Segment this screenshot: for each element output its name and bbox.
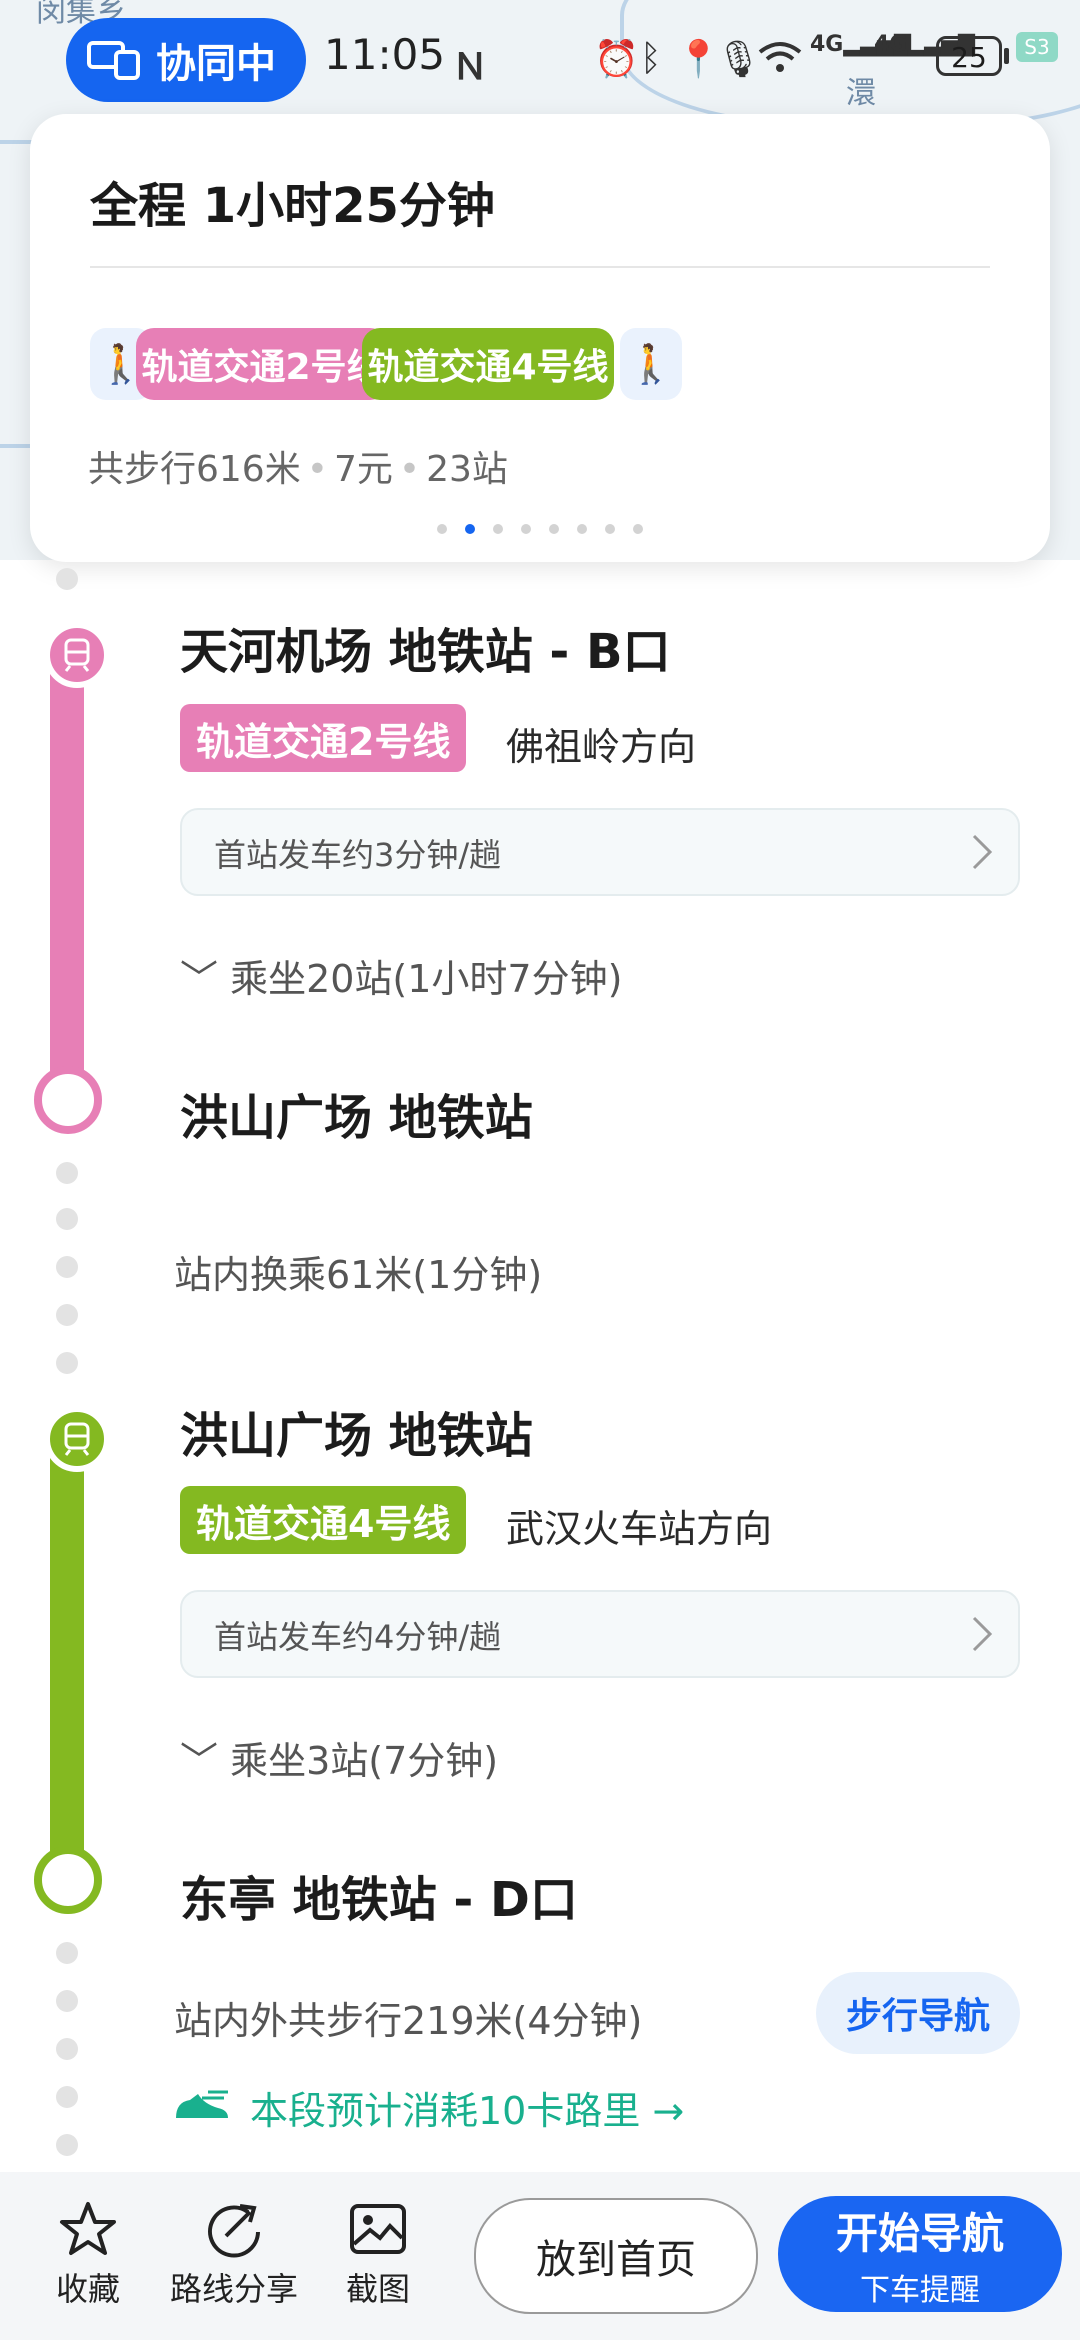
bluetooth-icon: ᛒ [640,38,662,79]
favorite-button[interactable]: 收藏 [56,2200,120,2310]
station-title: 洪山广场 地铁站 [180,1408,533,1464]
line-chip-2: 轨道交通2号线 [136,328,388,400]
walk-dot [56,2086,78,2108]
screenshot-label: 截图 [346,2270,411,2308]
line4-track [50,1438,84,1878]
calorie-text: 本段预计消耗10卡路里 → [250,2089,685,2133]
walk-dot [56,568,78,590]
star-icon [60,2202,116,2255]
pager-dot [633,524,643,534]
clock: 11:05 [324,30,446,79]
walk-dot [56,2134,78,2156]
share-label: 路线分享 [170,2270,299,2308]
nfc-icon: Ｎ [452,47,489,88]
wifi-icon [758,42,802,72]
station-end-node [34,1846,102,1914]
sim-badge: S3 [1016,32,1058,62]
battery-tip [1004,48,1009,64]
transfer-dot [56,1304,78,1326]
walk-distance: 共步行616米 [88,449,301,490]
microphone-icon: 🎙 [716,39,762,80]
total-duration: 全程 1小时25分钟 [90,178,495,234]
frequency-text: 首站发车约3分钟/趟 [214,836,502,874]
pager-dot [605,524,615,534]
ride-expand-toggle[interactable]: ﹀ 乘坐3站(7分钟) [180,1730,498,1785]
status-bar: 协同中 11:05 Ｎ ⏰ ᛒ 📍 🎙 4G▂▃▅▇ 4G▂▃▅▇ 25 S3 [0,0,1080,120]
walk-chip-end: 🚶 [620,328,682,400]
pager-dot [437,524,447,534]
chevron-right-icon [972,834,993,870]
pin-to-home-button[interactable]: 放到首页 [474,2198,758,2314]
image-icon [350,2204,406,2254]
transfer-dot [56,1256,78,1278]
metro-station-icon [44,622,110,688]
share-icon [208,2204,260,2258]
final-walk-info: 站内外共步行219米(4分钟) [174,1999,643,2043]
bottom-toolbar: 收藏 路线分享 截图 放到首页 开始导航 下车提醒 [0,2172,1080,2340]
location-icon: 📍 [676,39,721,80]
transfer-dot [56,1352,78,1374]
station-title: 东亭 地铁站 - D口 [180,1872,578,1928]
alarm-icon: ⏰ [594,39,639,80]
pager-dot [577,524,587,534]
walk-dot [56,2038,78,2060]
share-route-button[interactable]: 路线分享 [170,2200,298,2310]
fare: 7元 [333,449,393,490]
start-navigation-button[interactable]: 开始导航 下车提醒 [778,2196,1062,2312]
network-type-1: 4G [810,32,844,57]
chevron-right-icon [972,1616,993,1652]
station-end-node [34,1066,102,1134]
network-type-2: 4G [874,32,908,57]
line-badge-2: 轨道交通2号线 [180,704,467,772]
line-direction: 武汉火车站方向 [506,1507,773,1551]
ride-expand-toggle[interactable]: ﹀ 乘坐20站(1小时7分钟) [180,948,622,1003]
transfer-dot [56,1208,78,1230]
alight-reminder-label: 下车提醒 [860,2272,980,2308]
frequency-info-row[interactable]: 首站发车约3分钟/趟 [180,808,1020,896]
walk-dot [56,1990,78,2012]
route-pager[interactable] [30,524,1050,534]
station-title: 天河机场 地铁站 - B口 [180,624,671,680]
route-summary-card[interactable]: 全程 1小时25分钟 🚶 轨道交通2号线 轨道交通4号线 🚶 共步行616米 • 7… [30,114,1050,562]
station-title: 洪山广场 地铁站 [180,1090,533,1146]
pager-dot-active [465,524,475,534]
metro-station-icon [44,1406,110,1472]
stop-count: 23站 [426,449,508,490]
frequency-text: 首站发车约4分钟/趟 [214,1618,502,1656]
pager-dot [521,524,531,534]
frequency-info-row[interactable]: 首站发车约4分钟/趟 [180,1590,1020,1678]
calorie-link[interactable]: 本段预计消耗10卡路里 → [172,2080,684,2135]
pager-dot [549,524,559,534]
collab-label: 协同中 [156,41,276,87]
walk-navigation-button[interactable]: 步行导航 [816,1972,1020,2054]
transfer-info: 站内换乘61米(1分钟) [174,1253,543,1297]
collab-indicator[interactable]: 协同中 [66,18,306,102]
route-meta: 共步行616米 • 7元 • 23站 [88,449,508,490]
walking-icon: 🚶 [627,341,675,386]
pager-dot [493,524,503,534]
divider [90,266,990,268]
battery-indicator: 25 [936,36,1002,76]
screenshot-button[interactable]: 截图 [346,2200,410,2310]
running-shoe-icon [176,2090,228,2118]
start-navigation-label: 开始导航 [835,2208,1004,2258]
line-badge-4: 轨道交通4号线 [180,1486,467,1554]
line2-track [50,654,84,1094]
walk-dot [56,1942,78,1964]
multi-device-icon [87,41,140,80]
line-chip-4: 轨道交通4号线 [362,328,614,400]
transfer-dot [56,1162,78,1184]
favorite-label: 收藏 [56,2270,121,2308]
line-direction: 佛祖岭方向 [506,725,697,769]
